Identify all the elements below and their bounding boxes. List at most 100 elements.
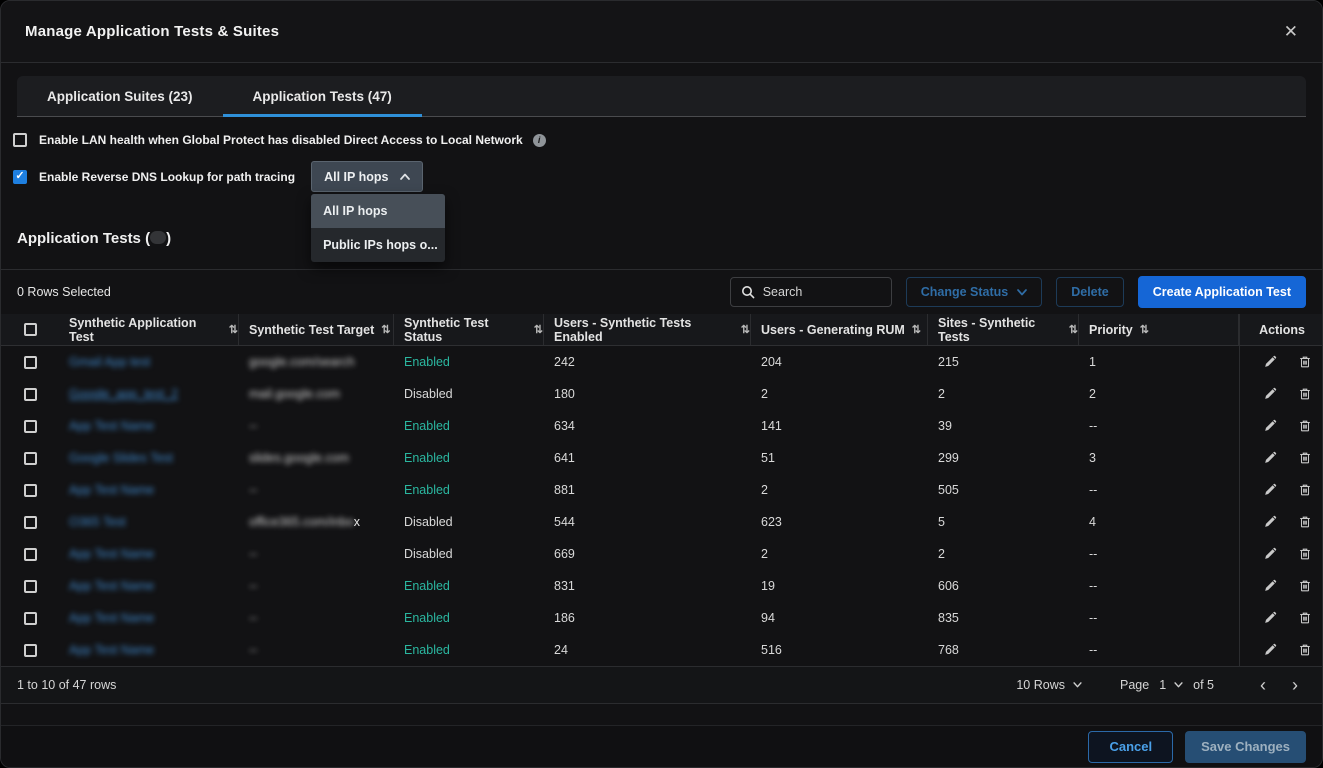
cell-synthetic-test-target: -- [239, 570, 394, 602]
edit-pencil-icon[interactable] [1262, 515, 1277, 530]
previous-page-icon[interactable]: ‹ [1252, 676, 1274, 694]
test-target-text: -- [249, 643, 258, 657]
sort-icon[interactable]: ⇅ [1140, 323, 1149, 336]
manage-tests-modal: Manage Application Tests & Suites ✕ Appl… [0, 0, 1323, 768]
test-name-link[interactable]: App Test Name [69, 611, 154, 625]
column-header-label: Sites - Synthetic Tests [938, 315, 1036, 344]
column-header[interactable]: Priority ⇅ [1079, 314, 1239, 345]
cell-users-generating-rum: 2 [761, 547, 768, 561]
cell-synthetic-test-status: Enabled [394, 570, 544, 602]
delete-trash-icon[interactable] [1297, 643, 1312, 658]
status-text: Enabled [404, 355, 450, 369]
search-input[interactable] [762, 285, 881, 299]
ip-hops-menu-item[interactable]: Public IPs hops o... [311, 228, 445, 262]
edit-pencil-icon[interactable] [1262, 355, 1277, 370]
rows-per-page-select[interactable]: 10 Rows [1016, 678, 1082, 692]
delete-trash-icon[interactable] [1297, 611, 1312, 626]
page-select[interactable]: 1 [1159, 678, 1183, 692]
status-text: Enabled [404, 643, 450, 657]
row-checkbox[interactable] [23, 643, 37, 657]
search-box [729, 277, 892, 307]
close-icon[interactable]: ✕ [1284, 23, 1298, 40]
row-checkbox[interactable] [23, 515, 37, 529]
sort-icon[interactable]: ⇅ [381, 323, 390, 336]
cell-sites-synthetic-tests: 215 [938, 355, 959, 369]
table-row: Gmail App test google.com/search Enabled… [1, 346, 1322, 378]
sort-icon[interactable]: ⇅ [229, 323, 238, 336]
cell-synthetic-test-status: Enabled [394, 410, 544, 442]
test-name-link[interactable]: App Test Name [69, 643, 154, 657]
edit-pencil-icon[interactable] [1262, 387, 1277, 402]
column-header[interactable]: Synthetic Test Target ⇅ [239, 314, 394, 345]
tab-strip: Application Suites (23) Application Test… [17, 76, 1306, 117]
cell-priority: 4 [1089, 515, 1096, 529]
change-status-button[interactable]: Change Status [905, 277, 1043, 307]
edit-pencil-icon[interactable] [1262, 483, 1277, 498]
edit-pencil-icon[interactable] [1262, 643, 1277, 658]
test-name-link[interactable]: App Test Name [69, 419, 154, 433]
test-name-link[interactable]: Gmail App test [69, 355, 150, 369]
lan-health-checkbox[interactable]: ✓ [13, 133, 27, 147]
ip-hops-dropdown-button[interactable]: All IP hops [311, 161, 424, 192]
create-application-test-button[interactable]: Create Application Test [1137, 276, 1306, 308]
cell-actions [1239, 474, 1322, 506]
sort-icon[interactable]: ⇅ [912, 323, 921, 336]
edit-pencil-icon[interactable] [1262, 611, 1277, 626]
sort-icon[interactable]: ⇅ [534, 323, 543, 336]
row-checkbox[interactable] [23, 579, 37, 593]
row-checkbox[interactable] [23, 387, 37, 401]
delete-trash-icon[interactable] [1297, 483, 1312, 498]
column-header[interactable]: Synthetic Application Test ⇅ [59, 314, 239, 345]
test-name-link[interactable]: Google Slides Test [69, 451, 173, 465]
sort-icon[interactable]: ⇅ [1069, 323, 1078, 336]
test-name-link[interactable]: App Test Name [69, 547, 154, 561]
info-icon[interactable]: i [532, 133, 546, 147]
edit-pencil-icon[interactable] [1262, 419, 1277, 434]
sort-icon[interactable]: ⇅ [741, 323, 750, 336]
cell-synthetic-test-status: Disabled [394, 506, 544, 538]
cell-synthetic-test-target: -- [239, 410, 394, 442]
row-checkbox[interactable] [23, 419, 37, 433]
tab[interactable]: Application Suites (23) [17, 76, 223, 116]
test-name-link[interactable]: App Test Name [69, 579, 154, 593]
row-checkbox[interactable] [23, 611, 37, 625]
column-header[interactable]: Actions [1239, 314, 1322, 345]
rows-selected-text: 0 Rows Selected [17, 285, 111, 299]
table-body: Gmail App test google.com/search Enabled… [1, 346, 1322, 666]
cell-priority: 2 [1089, 387, 1096, 401]
delete-trash-icon[interactable] [1297, 451, 1312, 466]
row-checkbox[interactable] [23, 483, 37, 497]
cell-actions [1239, 346, 1322, 378]
cell-sites-synthetic-tests: 299 [938, 451, 959, 465]
save-changes-button[interactable]: Save Changes [1185, 730, 1306, 763]
column-header[interactable]: Synthetic Test Status ⇅ [394, 314, 544, 345]
test-name-link[interactable]: App Test Name [69, 483, 154, 497]
column-header[interactable]: Users - Synthetic Tests Enabled ⇅ [544, 314, 751, 345]
next-page-icon[interactable]: › [1284, 676, 1306, 694]
test-name-link[interactable]: O365 Test [69, 515, 126, 529]
delete-trash-icon[interactable] [1297, 419, 1312, 434]
status-text: Enabled [404, 579, 450, 593]
delete-trash-icon[interactable] [1297, 579, 1312, 594]
edit-pencil-icon[interactable] [1262, 547, 1277, 562]
column-header[interactable]: Sites - Synthetic Tests ⇅ [928, 314, 1079, 345]
select-all-checkbox[interactable] [23, 323, 37, 336]
cell-actions [1239, 442, 1322, 474]
test-name-link[interactable]: Google_app_test_2 [69, 387, 178, 401]
row-checkbox[interactable] [23, 355, 37, 369]
cell-actions [1239, 538, 1322, 570]
cancel-button[interactable]: Cancel [1088, 730, 1174, 763]
reverse-dns-checkbox[interactable]: ✓ [13, 169, 27, 184]
delete-trash-icon[interactable] [1297, 515, 1312, 530]
row-checkbox[interactable] [23, 451, 37, 465]
delete-trash-icon[interactable] [1297, 355, 1312, 370]
tab[interactable]: Application Tests (47) [222, 76, 423, 117]
ip-hops-menu-item[interactable]: All IP hops [311, 194, 446, 228]
delete-trash-icon[interactable] [1297, 547, 1312, 562]
column-header[interactable]: Users - Generating RUM ⇅ [751, 314, 928, 345]
edit-pencil-icon[interactable] [1262, 579, 1277, 594]
delete-trash-icon[interactable] [1297, 387, 1312, 402]
row-checkbox[interactable] [23, 547, 37, 561]
edit-pencil-icon[interactable] [1262, 451, 1277, 466]
delete-button[interactable]: Delete [1056, 277, 1124, 307]
